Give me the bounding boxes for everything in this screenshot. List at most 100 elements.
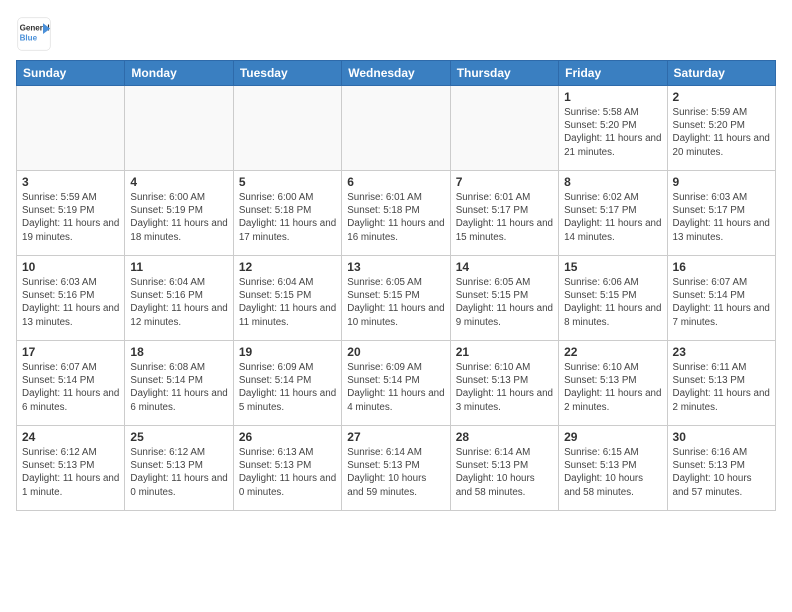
- day-info: Sunrise: 6:15 AM Sunset: 5:13 PM Dayligh…: [564, 446, 661, 499]
- day-number: 16: [673, 260, 770, 274]
- day-number: 30: [673, 430, 770, 444]
- calendar-cell: 22Sunrise: 6:10 AM Sunset: 5:13 PM Dayli…: [559, 341, 667, 426]
- svg-text:Blue: Blue: [20, 33, 38, 42]
- calendar-cell: 2 Sunrise: 5:59 AM Sunset: 5:20 PM Daylig…: [667, 86, 775, 171]
- weekday-header: Saturday: [667, 61, 775, 86]
- day-info: Sunrise: 5:59 AM Sunset: 5:20 PM Dayligh…: [673, 106, 770, 159]
- weekday-header: Thursday: [450, 61, 558, 86]
- day-info: Sunrise: 6:03 AM Sunset: 5:16 PM Dayligh…: [22, 276, 119, 329]
- calendar-cell: 24 Sunrise: 6:12 AM Sunset: 5:13 PM Dayli…: [17, 426, 125, 511]
- day-number: 8: [564, 175, 661, 189]
- calendar-week-row: 10 Sunrise: 6:03 AM Sunset: 5:16 PM Dayli…: [17, 256, 776, 341]
- calendar-cell: 29 Sunrise: 6:15 AM Sunset: 5:13 PM Dayli…: [559, 426, 667, 511]
- day-info: Sunrise: 6:13 AM Sunset: 5:13 PM Dayligh…: [239, 446, 336, 499]
- day-number: 3: [22, 175, 119, 189]
- day-number: 4: [130, 175, 227, 189]
- calendar-cell: 23 Sunrise: 6:11 AM Sunset: 5:13 PM Dayli…: [667, 341, 775, 426]
- day-number: 27: [347, 430, 444, 444]
- day-number: 23: [673, 345, 770, 359]
- calendar-cell: [233, 86, 341, 171]
- calendar-cell: 27 Sunrise: 6:14 AM Sunset: 5:13 PM Dayli…: [342, 426, 450, 511]
- weekday-header: Friday: [559, 61, 667, 86]
- calendar-cell: 4 Sunrise: 6:00 AM Sunset: 5:19 PM Daylig…: [125, 171, 233, 256]
- weekday-header: Sunday: [17, 61, 125, 86]
- day-info: Sunrise: 6:12 AM Sunset: 5:13 PM Dayligh…: [22, 446, 119, 499]
- calendar-week-row: 17 Sunrise: 6:07 AM Sunset: 5:14 PM Dayli…: [17, 341, 776, 426]
- calendar-cell: 6Sunrise: 6:01 AM Sunset: 5:18 PM Daylig…: [342, 171, 450, 256]
- calendar-cell: 7 Sunrise: 6:01 AM Sunset: 5:17 PM Daylig…: [450, 171, 558, 256]
- day-info: Sunrise: 6:01 AM Sunset: 5:18 PM Dayligh…: [347, 191, 444, 244]
- day-number: 18: [130, 345, 227, 359]
- calendar-cell: 17 Sunrise: 6:07 AM Sunset: 5:14 PM Dayli…: [17, 341, 125, 426]
- day-info: Sunrise: 6:05 AM Sunset: 5:15 PM Dayligh…: [456, 276, 553, 329]
- calendar-week-row: 3 Sunrise: 5:59 AM Sunset: 5:19 PM Daylig…: [17, 171, 776, 256]
- day-info: Sunrise: 6:07 AM Sunset: 5:14 PM Dayligh…: [22, 361, 119, 414]
- calendar-week-row: 1Sunrise: 5:58 AM Sunset: 5:20 PM Daylig…: [17, 86, 776, 171]
- day-number: 17: [22, 345, 119, 359]
- day-number: 15: [564, 260, 661, 274]
- calendar-cell: 9Sunrise: 6:03 AM Sunset: 5:17 PM Daylig…: [667, 171, 775, 256]
- day-number: 25: [130, 430, 227, 444]
- calendar-cell: 28 Sunrise: 6:14 AM Sunset: 5:13 PM Dayli…: [450, 426, 558, 511]
- calendar-cell: 5 Sunrise: 6:00 AM Sunset: 5:18 PM Daylig…: [233, 171, 341, 256]
- page-header: General Blue: [16, 16, 776, 52]
- day-info: Sunrise: 6:01 AM Sunset: 5:17 PM Dayligh…: [456, 191, 553, 244]
- day-number: 5: [239, 175, 336, 189]
- day-info: Sunrise: 6:10 AM Sunset: 5:13 PM Dayligh…: [456, 361, 553, 414]
- calendar-header-row: SundayMondayTuesdayWednesdayThursdayFrid…: [17, 61, 776, 86]
- calendar-week-row: 24 Sunrise: 6:12 AM Sunset: 5:13 PM Dayli…: [17, 426, 776, 511]
- day-info: Sunrise: 5:59 AM Sunset: 5:19 PM Dayligh…: [22, 191, 119, 244]
- day-info: Sunrise: 6:00 AM Sunset: 5:18 PM Dayligh…: [239, 191, 336, 244]
- day-info: Sunrise: 6:02 AM Sunset: 5:17 PM Dayligh…: [564, 191, 661, 244]
- calendar-cell: [342, 86, 450, 171]
- calendar-cell: 10 Sunrise: 6:03 AM Sunset: 5:16 PM Dayli…: [17, 256, 125, 341]
- calendar-cell: 3 Sunrise: 5:59 AM Sunset: 5:19 PM Daylig…: [17, 171, 125, 256]
- calendar-cell: [125, 86, 233, 171]
- calendar-cell: 16 Sunrise: 6:07 AM Sunset: 5:14 PM Dayli…: [667, 256, 775, 341]
- calendar-cell: 15 Sunrise: 6:06 AM Sunset: 5:15 PM Dayli…: [559, 256, 667, 341]
- calendar-cell: 20Sunrise: 6:09 AM Sunset: 5:14 PM Dayli…: [342, 341, 450, 426]
- day-number: 29: [564, 430, 661, 444]
- calendar-cell: 12Sunrise: 6:04 AM Sunset: 5:15 PM Dayli…: [233, 256, 341, 341]
- day-number: 21: [456, 345, 553, 359]
- day-info: Sunrise: 6:03 AM Sunset: 5:17 PM Dayligh…: [673, 191, 770, 244]
- day-info: Sunrise: 6:10 AM Sunset: 5:13 PM Dayligh…: [564, 361, 661, 414]
- calendar-cell: 14 Sunrise: 6:05 AM Sunset: 5:15 PM Dayli…: [450, 256, 558, 341]
- calendar-cell: 21 Sunrise: 6:10 AM Sunset: 5:13 PM Dayli…: [450, 341, 558, 426]
- calendar-cell: 30 Sunrise: 6:16 AM Sunset: 5:13 PM Dayli…: [667, 426, 775, 511]
- day-number: 11: [130, 260, 227, 274]
- day-info: Sunrise: 6:04 AM Sunset: 5:16 PM Dayligh…: [130, 276, 227, 329]
- day-number: 10: [22, 260, 119, 274]
- day-info: Sunrise: 6:06 AM Sunset: 5:15 PM Dayligh…: [564, 276, 661, 329]
- day-info: Sunrise: 6:11 AM Sunset: 5:13 PM Dayligh…: [673, 361, 770, 414]
- day-info: Sunrise: 6:07 AM Sunset: 5:14 PM Dayligh…: [673, 276, 770, 329]
- calendar-cell: [17, 86, 125, 171]
- day-number: 2: [673, 90, 770, 104]
- day-info: Sunrise: 6:05 AM Sunset: 5:15 PM Dayligh…: [347, 276, 444, 329]
- day-info: Sunrise: 6:14 AM Sunset: 5:13 PM Dayligh…: [347, 446, 444, 499]
- day-info: Sunrise: 6:00 AM Sunset: 5:19 PM Dayligh…: [130, 191, 227, 244]
- day-number: 26: [239, 430, 336, 444]
- calendar-cell: 18 Sunrise: 6:08 AM Sunset: 5:14 PM Dayli…: [125, 341, 233, 426]
- calendar-table: SundayMondayTuesdayWednesdayThursdayFrid…: [16, 60, 776, 511]
- calendar-cell: 19Sunrise: 6:09 AM Sunset: 5:14 PM Dayli…: [233, 341, 341, 426]
- day-info: Sunrise: 5:58 AM Sunset: 5:20 PM Dayligh…: [564, 106, 661, 159]
- calendar-cell: 25Sunrise: 6:12 AM Sunset: 5:13 PM Dayli…: [125, 426, 233, 511]
- day-info: Sunrise: 6:08 AM Sunset: 5:14 PM Dayligh…: [130, 361, 227, 414]
- logo-icon: General Blue: [16, 16, 52, 52]
- calendar-cell: 8 Sunrise: 6:02 AM Sunset: 5:17 PM Daylig…: [559, 171, 667, 256]
- day-number: 7: [456, 175, 553, 189]
- day-info: Sunrise: 6:16 AM Sunset: 5:13 PM Dayligh…: [673, 446, 770, 499]
- calendar-cell: [450, 86, 558, 171]
- weekday-header: Tuesday: [233, 61, 341, 86]
- day-number: 28: [456, 430, 553, 444]
- calendar-cell: 26 Sunrise: 6:13 AM Sunset: 5:13 PM Dayli…: [233, 426, 341, 511]
- day-number: 24: [22, 430, 119, 444]
- day-number: 20: [347, 345, 444, 359]
- day-info: Sunrise: 6:14 AM Sunset: 5:13 PM Dayligh…: [456, 446, 553, 499]
- calendar-cell: 13 Sunrise: 6:05 AM Sunset: 5:15 PM Dayli…: [342, 256, 450, 341]
- day-number: 14: [456, 260, 553, 274]
- day-number: 19: [239, 345, 336, 359]
- calendar-cell: 1Sunrise: 5:58 AM Sunset: 5:20 PM Daylig…: [559, 86, 667, 171]
- day-number: 13: [347, 260, 444, 274]
